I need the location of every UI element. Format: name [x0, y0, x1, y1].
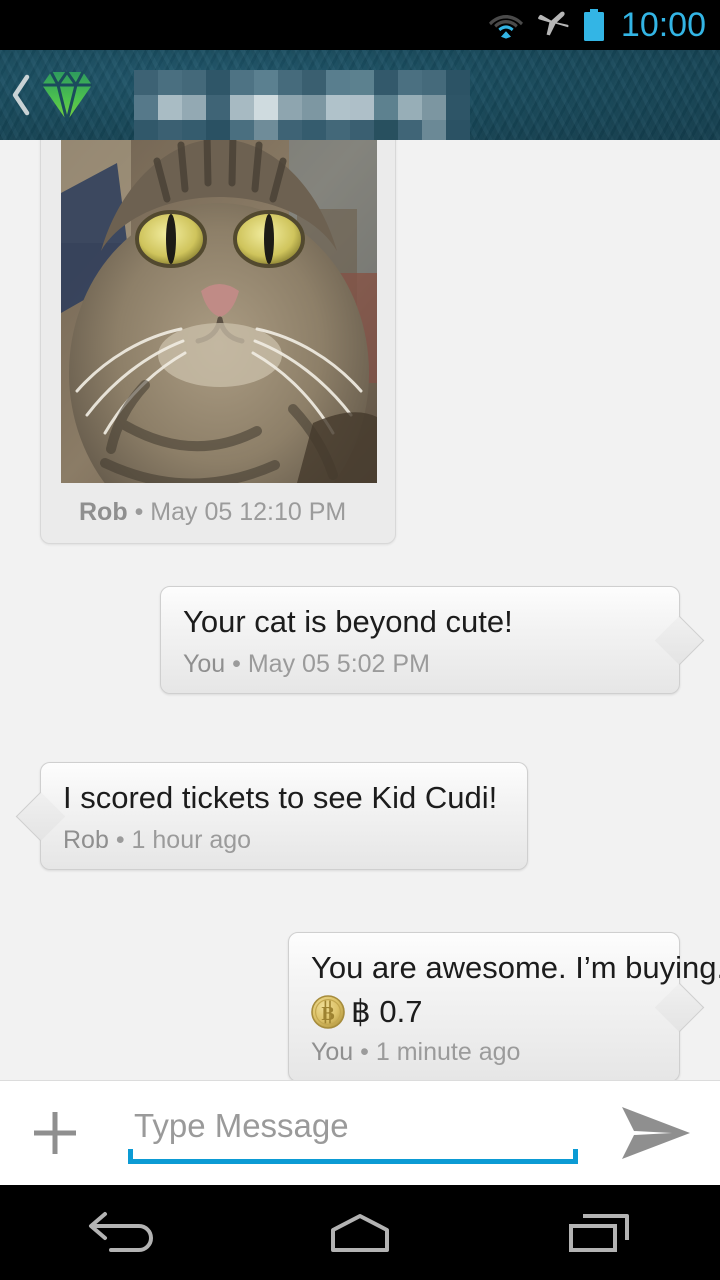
title-pixel-block — [422, 70, 446, 95]
message-separator: • — [360, 1038, 369, 1066]
title-pixel-block — [302, 70, 326, 95]
input-underline — [128, 1148, 578, 1164]
message-list[interactable]: Rob • May 05 12:10 PM Your cat is beyond… — [0, 140, 720, 1080]
message-text: You are awesome. I’m buying. — [311, 950, 720, 985]
payment-amount: ฿ 0.7 — [351, 994, 423, 1029]
message-row: I scored tickets to see Kid Cudi! Rob • … — [0, 762, 720, 870]
conversation-title-redacted — [134, 70, 470, 140]
back-chevron-icon[interactable] — [6, 73, 36, 117]
payment-amount-row: B ฿ 0.7 — [311, 995, 657, 1029]
title-pixel-block — [158, 70, 182, 95]
title-pixel-block — [326, 70, 350, 95]
cat-photo[interactable] — [61, 140, 377, 483]
title-pixel-block — [302, 120, 326, 140]
title-pixel-block — [278, 95, 302, 120]
title-pixel-block — [254, 70, 278, 95]
battery-icon — [583, 9, 605, 41]
title-pixel-block — [422, 95, 446, 120]
message-meta: You • 1 minute ago — [311, 1037, 657, 1067]
title-pixel-block — [446, 70, 470, 95]
title-pixel-block — [302, 95, 326, 120]
message-text: I scored tickets to see Kid Cudi! — [63, 780, 498, 815]
photo-message-bubble[interactable]: Rob • May 05 12:10 PM — [40, 140, 396, 544]
message-timestamp: May 05 5:02 PM — [247, 650, 430, 678]
title-pixel-block — [230, 95, 254, 120]
message-meta: Rob • 1 hour ago — [63, 825, 505, 855]
message-input[interactable] — [132, 1106, 566, 1146]
title-pixel-block — [350, 70, 374, 95]
attach-plus-icon[interactable] — [0, 1106, 110, 1160]
message-meta: Rob • May 05 12:10 PM — [61, 483, 375, 543]
app-header — [0, 50, 720, 140]
title-pixel-block — [206, 120, 230, 140]
title-pixel-block — [134, 120, 158, 140]
title-pixel-block — [182, 70, 206, 95]
message-composer — [0, 1080, 720, 1185]
message-separator: • — [134, 498, 144, 526]
payment-message-bubble[interactable]: You are awesome. I’m buying. B ฿ 0.7 You… — [288, 932, 720, 1080]
message-timestamp: 1 hour ago — [131, 826, 252, 854]
title-pixel-block — [326, 120, 350, 140]
title-pixel-block — [374, 95, 398, 120]
title-pixel-block — [374, 70, 398, 95]
status-bar-clock: 10:00 — [620, 5, 706, 44]
message-timestamp: May 05 12:10 PM — [150, 498, 347, 526]
title-pixel-block — [230, 120, 254, 140]
title-pixel-block — [278, 70, 302, 95]
bubble-tail — [15, 791, 66, 842]
airplane-mode-icon — [537, 10, 569, 40]
message-author: Rob — [63, 826, 109, 854]
title-pixel-block — [158, 95, 182, 120]
status-bar: 10:00 — [0, 0, 720, 50]
message-author: You — [311, 1038, 354, 1066]
title-pixel-block — [398, 95, 422, 120]
title-pixel-block — [158, 120, 182, 140]
chat-screen: 10:00 Rob • May 05 12:10 PM Your cat is … — [0, 0, 720, 1280]
wifi-icon — [488, 11, 523, 39]
title-pixel-block — [398, 70, 422, 95]
nav-recents-icon[interactable] — [525, 1185, 675, 1280]
title-pixel-block — [206, 70, 230, 95]
title-pixel-block — [278, 120, 302, 140]
nav-home-icon[interactable] — [285, 1185, 435, 1280]
message-meta: You • May 05 5:02 PM — [183, 649, 657, 679]
message-row: You are awesome. I’m buying. B ฿ 0.7 You… — [0, 932, 720, 1080]
android-nav-bar — [0, 1185, 720, 1280]
diamond-gem-logo-icon[interactable] — [38, 67, 96, 123]
message-author: You — [183, 650, 226, 678]
title-pixel-block — [182, 95, 206, 120]
bitcoin-coin-icon: B — [311, 995, 345, 1029]
bubble-tail — [654, 615, 705, 666]
title-pixel-block — [350, 95, 374, 120]
title-pixel-block — [326, 95, 350, 120]
text-message-bubble[interactable]: Your cat is beyond cute! You • May 05 5:… — [160, 586, 705, 694]
title-pixel-block — [350, 120, 374, 140]
bubble-tail — [654, 982, 705, 1033]
title-pixel-block — [230, 70, 254, 95]
title-pixel-block — [254, 95, 278, 120]
nav-back-icon[interactable] — [45, 1185, 195, 1280]
title-pixel-block — [134, 70, 158, 95]
message-separator: • — [115, 826, 125, 854]
title-pixel-block — [134, 95, 158, 120]
message-author: Rob — [79, 498, 128, 526]
title-pixel-block — [374, 120, 398, 140]
title-pixel-block — [254, 120, 278, 140]
text-message-bubble[interactable]: I scored tickets to see Kid Cudi! Rob • … — [15, 762, 528, 870]
send-button[interactable] — [590, 1103, 720, 1163]
message-row: Your cat is beyond cute! You • May 05 5:… — [0, 586, 720, 694]
title-pixel-block — [446, 95, 470, 120]
title-pixel-block — [398, 120, 422, 140]
title-pixel-block — [182, 120, 206, 140]
message-input-wrap[interactable] — [110, 1081, 590, 1186]
message-text: Your cat is beyond cute! — [183, 604, 513, 639]
message-timestamp: 1 minute ago — [375, 1038, 521, 1066]
message-separator: • — [232, 650, 241, 678]
title-pixel-block — [206, 95, 230, 120]
message-row: Rob • May 05 12:10 PM — [0, 140, 720, 544]
title-pixel-block — [422, 120, 446, 140]
title-pixel-block — [446, 120, 470, 140]
svg-text:B: B — [321, 1003, 334, 1025]
